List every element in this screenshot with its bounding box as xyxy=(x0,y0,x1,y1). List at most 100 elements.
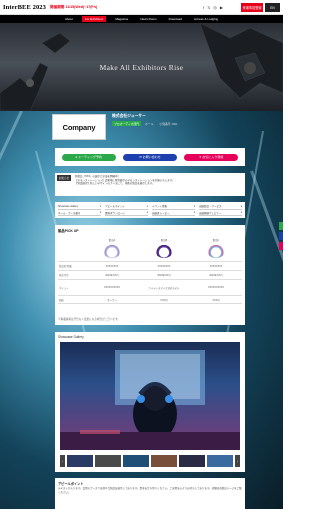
headphone-image xyxy=(155,244,173,258)
facebook-icon[interactable]: f xyxy=(203,5,204,10)
section-link-label: イベント情報 xyxy=(152,205,168,209)
section-link[interactable]: アピールポイント ▾ xyxy=(105,204,148,210)
section-link[interactable]: イベント情報 ▾ xyxy=(152,204,195,210)
gallery-thumbnail[interactable] xyxy=(123,455,149,467)
gallery-thumbnail[interactable] xyxy=(179,455,205,467)
section-link-label: ホール・ブース番号 xyxy=(58,211,81,215)
product-column[interactable]: 製品C xyxy=(190,237,242,261)
products-footnote: ※掲載情報は予告なく変更になる場合がございます。 xyxy=(58,318,120,321)
meeting-label: ミーティング予約 xyxy=(78,155,102,159)
youtube-icon[interactable]: ▶ xyxy=(220,5,223,10)
nav-item-download[interactable]: Download xyxy=(166,16,185,22)
contact-button[interactable]: ✉ お問い合わせ xyxy=(122,153,177,161)
hero-banner: Make All Exhibitors Rise xyxy=(0,23,283,111)
chevron-down-icon: ▾ xyxy=(240,211,242,215)
gallery-thumbnails: ‹ › xyxy=(60,454,240,468)
table-cell: XXX円 xyxy=(160,298,168,302)
social-links: f 𝕏 ◎ ▶ xyxy=(203,5,223,10)
chevron-right-icon[interactable]: › xyxy=(235,455,240,467)
side-tab-meeting[interactable] xyxy=(279,222,283,230)
table-cell: XXXXXXXX xyxy=(105,264,119,268)
section-link[interactable]: 出展製品・サービス ▾ xyxy=(199,204,242,210)
gallery-main-image[interactable] xyxy=(60,342,240,450)
section-link[interactable]: ホール・ブース番号 ▾ xyxy=(58,211,101,216)
gamer-illustration xyxy=(60,350,240,450)
notice-text: 新製品「XXX」の展示と実演を開催中！ 【デモンストレーション】会期中に特別展示… xyxy=(75,175,240,186)
instagram-icon[interactable]: ◎ xyxy=(213,5,217,10)
appeal-title: アピールポイント xyxy=(58,482,84,486)
event-dates: 開催期間 11/15(Wed)~17(Fri) xyxy=(50,4,98,9)
section-link-label: アピールポイント xyxy=(105,205,126,209)
category-tag[interactable]: プロオーディオ部門 xyxy=(112,121,141,126)
product-name: 製品A xyxy=(108,239,116,242)
chevron-down-icon: ▾ xyxy=(146,211,148,215)
table-row: 価格 オープン XXX円 XXX円 xyxy=(58,295,242,304)
table-cell: XXXXXXXX xyxy=(157,264,171,268)
table-cell: XXXXXXXXXX xyxy=(208,286,224,289)
section-link-label: 出展関連ウェビナー xyxy=(199,211,222,215)
table-header-row: 製品A 製品B 製品C xyxy=(58,237,242,261)
section-link-label: 資料ダウンロード xyxy=(105,211,126,215)
side-tab-contact[interactable] xyxy=(279,232,283,240)
register-button[interactable]: 来場事前登録 xyxy=(241,3,263,12)
section-link[interactable]: 出展者ムービー ▾ xyxy=(152,211,195,216)
showcase-gallery: Showcase Gallery ‹ › xyxy=(55,332,245,472)
table-cell: XXXXXXXXXX xyxy=(104,286,120,289)
section-link[interactable]: 出展関連ウェビナー ▾ xyxy=(199,211,242,216)
products-section: 製品PICK UP 製品A 製品B 製品C 製品名/型番 XXXXXXXX XX… xyxy=(55,225,245,325)
appeal-section: アピールポイント テキストが入ります。会場のブースでは様々な製品を展示しておりま… xyxy=(55,478,245,509)
section-link[interactable]: Showcase Gallery ▾ xyxy=(58,204,101,210)
interbee-logo[interactable]: InterBEE 2023 xyxy=(3,4,46,11)
gallery-thumbnail[interactable] xyxy=(207,455,233,467)
product-column[interactable]: 製品B xyxy=(138,237,190,261)
gallery-thumbnail[interactable] xyxy=(67,455,93,467)
light-beam xyxy=(0,111,23,384)
company-info: 株式会社ジューサー プロオーディオ部門 ホール 小間番号 1001 xyxy=(112,114,232,140)
table-row: 発売予定 2023年XX月 2023年XX月 2023年XX月 xyxy=(58,270,242,279)
chevron-down-icon: ▾ xyxy=(146,204,148,208)
gallery-thumbnail[interactable] xyxy=(95,455,121,467)
side-tab-favorite[interactable] xyxy=(279,242,283,250)
company-tags: プロオーディオ部門 ホール 小間番号 1001 xyxy=(112,121,232,126)
nav-item-about[interactable]: About xyxy=(62,16,76,22)
favorite-button[interactable]: ♥ お気に入り登録 xyxy=(184,153,239,161)
table-header-cell xyxy=(58,237,86,261)
notice-panel: お知らせ 新製品「XXX」の展示と実演を開催中！ 【デモンストレーション】会期中… xyxy=(55,173,245,196)
chevron-down-icon: ▾ xyxy=(240,204,242,208)
language-button[interactable]: EN xyxy=(265,3,280,12)
site-header: InterBEE 2023 開催期間 11/15(Wed)~17(Fri) f … xyxy=(0,0,283,15)
section-link[interactable]: 資料ダウンロード ▾ xyxy=(105,211,148,216)
product-name: 製品B xyxy=(160,239,168,242)
headphone-image xyxy=(207,244,225,258)
product-name: 製品C xyxy=(212,239,220,242)
chevron-left-icon[interactable]: ‹ xyxy=(60,455,65,467)
appeal-text: テキストが入ります。会場のブースでは様々な製品を展示しております。是非お立ち寄り… xyxy=(58,487,242,494)
notice-line: 【特設展示】新しいデザインのブースにて、多数の製品を展示します。 xyxy=(75,182,155,186)
light-beam xyxy=(250,170,283,416)
table-cell: XXX円 xyxy=(212,298,220,302)
nav-item-access[interactable]: Access & Lodging xyxy=(191,16,221,22)
nav-item-exhibitors[interactable]: For Exhibitors xyxy=(81,16,107,22)
twitter-icon[interactable]: 𝕏 xyxy=(207,5,210,10)
company-logo: Company xyxy=(62,122,96,132)
booth-tag: 小間番号 1001 xyxy=(159,121,178,126)
chat-icon: ● xyxy=(75,155,78,159)
section-link-label: Showcase Gallery xyxy=(58,204,79,208)
product-column[interactable]: 製品A xyxy=(86,237,138,261)
nav-item-newsroom[interactable]: News Room xyxy=(137,16,159,22)
table-cell: ワイヤレスマイク対応モデル xyxy=(148,286,180,290)
main-nav: About For Exhibitors Magazine News Room … xyxy=(0,15,283,23)
table-row: ポイント XXXXXXXXXX ワイヤレスマイク対応モデル XXXXXXXXXX xyxy=(58,279,242,295)
mail-icon: ✉ xyxy=(139,155,142,159)
contact-label: お問い合わせ xyxy=(142,155,161,159)
nav-item-magazine[interactable]: Magazine xyxy=(112,16,131,22)
table-cell: 2023年XX月 xyxy=(157,274,171,277)
row-label: 価格 xyxy=(59,298,64,302)
gallery-thumbnail[interactable] xyxy=(151,455,177,467)
hall-tag: ホール xyxy=(144,121,154,126)
meeting-button[interactable]: ● ミーティング予約 xyxy=(61,153,116,161)
section-link-label: 出展者ムービー xyxy=(152,211,170,215)
row-label: ポイント xyxy=(59,286,69,290)
headphone-image xyxy=(103,244,121,258)
table-cell: 2023年XX月 xyxy=(209,274,223,277)
